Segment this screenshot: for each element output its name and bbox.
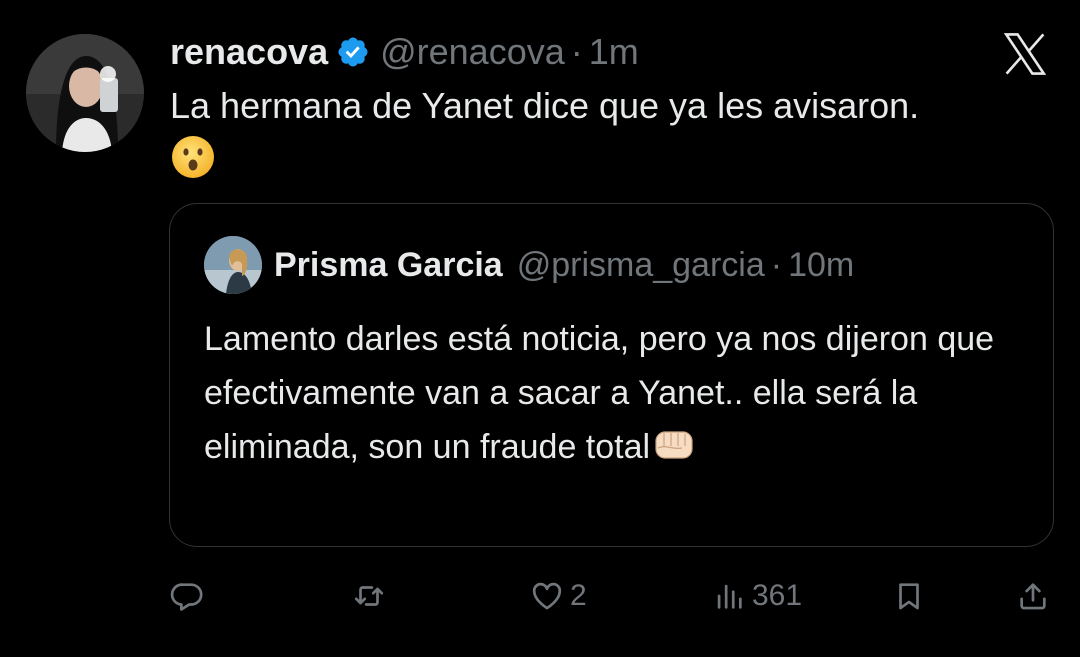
like-count: 2	[570, 579, 587, 612]
author-handle[interactable]: @renacova	[380, 30, 565, 74]
author-avatar[interactable]	[26, 34, 144, 152]
hushed-face-emoji-icon	[170, 134, 216, 180]
heart-icon	[532, 582, 562, 610]
retweet-icon	[354, 586, 384, 606]
share-icon	[1020, 583, 1046, 610]
quoted-author-handle[interactable]: @prisma_garcia	[517, 240, 765, 290]
retweet-button[interactable]	[352, 570, 392, 622]
quoted-tweet-header: Prisma Garcia @prisma_garcia · 10m	[204, 236, 854, 294]
quoted-author-name[interactable]: Prisma Garcia	[274, 240, 503, 290]
quoted-separator-dot: ·	[770, 246, 783, 284]
quoted-text: Lamento darles está noticia, pero ya nos…	[204, 320, 995, 466]
x-logo-icon	[1000, 30, 1050, 78]
share-button[interactable]	[1016, 570, 1056, 622]
tweet-header: renacova @renacova · 1m	[170, 30, 639, 74]
reply-button[interactable]	[170, 570, 210, 622]
views-count: 361	[752, 579, 803, 612]
author-name[interactable]: renacova	[170, 30, 328, 74]
quoted-author-avatar	[204, 236, 262, 294]
oncoming-fist-emoji-icon	[652, 424, 696, 464]
quoted-timestamp[interactable]: 10m	[788, 240, 854, 290]
tweet-text: La hermana de Yanet dice que ya les avis…	[170, 85, 920, 126]
quoted-text-block: Lamento darles está noticia, pero ya nos…	[204, 312, 1024, 474]
views-button[interactable]: 361	[712, 570, 802, 622]
reply-icon	[170, 583, 203, 611]
views-icon	[717, 584, 742, 609]
verified-badge-icon	[336, 35, 370, 69]
bookmark-button[interactable]	[892, 570, 932, 622]
separator-dot: ·	[570, 31, 583, 72]
bookmark-icon	[899, 583, 919, 610]
action-bar: 2 361	[0, 570, 1080, 622]
quoted-tweet[interactable]: Prisma Garcia @prisma_garcia · 10m Lamen…	[169, 203, 1054, 547]
tweet-text-block: La hermana de Yanet dice que ya les avis…	[170, 82, 1050, 180]
tweet-card: renacova @renacova · 1m La hermana de Ya…	[0, 0, 1080, 657]
tweet-timestamp[interactable]: 1m	[589, 30, 639, 74]
like-button[interactable]: 2	[530, 570, 587, 622]
